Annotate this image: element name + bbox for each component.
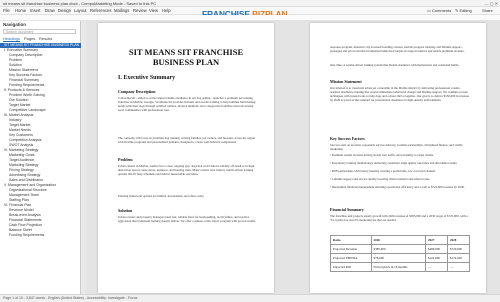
title-bar: sit means sit franchise business plan.do… <box>0 0 500 7</box>
share-label: Share <box>482 8 493 13</box>
table-cell: Projected Revenue <box>330 244 372 254</box>
table-row: Projected EBITDA $78,000 $122,000 $174,0… <box>330 253 471 263</box>
table-cell: Full payback in 18 months <box>370 262 426 272</box>
comment-icon: ▭ <box>427 8 431 13</box>
table-row: Projected Revenue $385,000 $480,000 $720… <box>330 244 471 254</box>
continued-text: response program, intensive city-focused… <box>330 45 465 53</box>
menu-design[interactable]: Design <box>58 7 71 15</box>
table-cell: Expected ROI <box>330 262 372 272</box>
table-cell: Projected EBITDA <box>330 253 372 263</box>
ksf-bullet-text-5: Disciplined financial management ensurin… <box>331 185 465 189</box>
status-text: Page 1 of 10 - 3,847 words - English (Un… <box>3 296 138 300</box>
document-title: SIT MEANS SIT FRANCHISE BUSINESS PLAN <box>128 47 244 67</box>
heading-key-success-factors: Key Success Factors <box>330 136 365 141</box>
table-row: Expected ROI Full payback in 18 months —… <box>330 262 471 272</box>
ksf-bullet-text-4: Lifetime support and service quality boo… <box>331 177 431 181</box>
table-cell: $480,000 <box>424 244 448 254</box>
menu-layout[interactable]: Layout <box>74 7 87 15</box>
table-header-cell: 2026 <box>370 235 426 245</box>
menu-home[interactable]: Home <box>15 7 26 15</box>
table-cell: $720,000 <box>446 244 471 254</box>
page-2: response program, intensive city-focused… <box>310 23 486 293</box>
financial-summary-text: The franchise unit projects steady growt… <box>330 214 468 222</box>
table-header-cell: Ratio <box>330 235 372 245</box>
ksf-bullet-text-3: B2B partnerships with luxury housing cre… <box>331 169 436 173</box>
ksf-bullet-3: • B2B partnerships with luxury housing c… <box>330 169 436 173</box>
company-description-text: Colton Recall - aimed to collect input r… <box>118 96 256 112</box>
menu-draw[interactable]: Draw <box>45 7 55 15</box>
editing-label: Editing <box>459 8 472 13</box>
comments-label: Comments <box>431 8 452 13</box>
ksf-bullet-5: • Disciplined financial management ensur… <box>330 185 465 189</box>
table-cell: $174,000 <box>446 253 471 263</box>
page-1: SIT MEANS SIT FRANCHISE BUSINESS PLAN I.… <box>98 23 274 293</box>
menu-references[interactable]: References <box>90 7 111 15</box>
ksf-bullet-text-2: Proprietary training methodology deliver… <box>331 161 458 165</box>
continued-text-2: One-time: A results-driven training syst… <box>330 63 460 67</box>
table-cell: $122,000 <box>424 253 448 263</box>
window-title: sit means sit franchise business plan.do… <box>3 1 157 6</box>
table-cell: — <box>424 262 448 272</box>
heading-financial-summary: Financial Summary <box>330 207 364 212</box>
ksf-intro-text: Success rests on location, repeatable se… <box>330 143 463 151</box>
menu-help[interactable]: Help <box>162 7 171 15</box>
table-cell: $78,000 <box>370 253 426 263</box>
navigation-title: Navigation <box>3 22 27 27</box>
navigation-heading-list: SIT MEANS SIT FRANCHISE BUSINESS PLAN I. … <box>0 43 81 238</box>
heading-solution: Solution <box>118 208 133 213</box>
financial-summary-table: Ratio 2026 2027 2028 Projected Revenue $… <box>330 235 471 272</box>
heading-mission-statement: Mission Statement <box>330 79 362 84</box>
ksf-bullet-1: • Premium Austin location driving steady… <box>330 153 434 157</box>
navigation-item[interactable]: Funding Requirements <box>0 233 81 238</box>
table-header-row: Ratio 2026 2027 2028 <box>330 235 471 245</box>
menu-insert[interactable]: Insert <box>30 7 40 15</box>
editing-button[interactable]: ✎ Editing <box>455 7 472 15</box>
menu-view[interactable]: View <box>149 7 158 15</box>
comments-button[interactable]: ▭ Comments <box>427 7 451 15</box>
problem-text: Urban centers in Marble, Austin face a c… <box>118 164 256 176</box>
ksf-bullet-4: • Lifetime support and service quality b… <box>330 177 431 181</box>
problem-text-2: Existing behavioral options are limited,… <box>118 194 205 198</box>
share-button[interactable]: Share <box>482 7 493 15</box>
menu-review[interactable]: Review <box>133 7 147 15</box>
navigation-pane: Navigation Search document Headings Page… <box>0 21 81 294</box>
navigation-search-input[interactable]: Search document <box>3 29 76 34</box>
table-cell: — <box>446 262 471 272</box>
ksf-bullet-2: • Proprietary training methodology deliv… <box>330 161 458 165</box>
tab-pages[interactable]: Pages <box>24 36 35 41</box>
table-header-cell: 2027 <box>424 235 448 245</box>
heading-executive-summary: I. Executive Summary <box>118 75 176 81</box>
solution-text: Urban owners and property managers need … <box>118 215 256 223</box>
tab-results[interactable]: Results <box>39 36 52 41</box>
ksf-bullet-text-1: Premium Austin location driving steady f… <box>331 153 434 157</box>
company-description-text-2: The company will focus on premium dog tr… <box>118 136 256 144</box>
heading-company-description: Company Description <box>118 89 156 94</box>
table-header-cell: 2028 <box>446 235 471 245</box>
menu-mailings[interactable]: Mailings <box>114 7 129 15</box>
status-bar: Page 1 of 10 - 3,847 words - English (Un… <box>0 294 500 302</box>
tab-headings[interactable]: Headings <box>3 36 20 42</box>
table-cell: $385,000 <box>370 244 426 254</box>
document-canvas: SIT MEANS SIT FRANCHISE BUSINESS PLAN I.… <box>86 21 500 294</box>
pencil-icon: ✎ <box>455 8 459 13</box>
heading-problem: Problem <box>118 157 133 162</box>
mission-text: Our mission is to transform urban pet ow… <box>330 86 470 102</box>
menu-file[interactable]: File <box>3 7 10 15</box>
window-controls[interactable]: — ▢ ✕ <box>485 0 498 6</box>
